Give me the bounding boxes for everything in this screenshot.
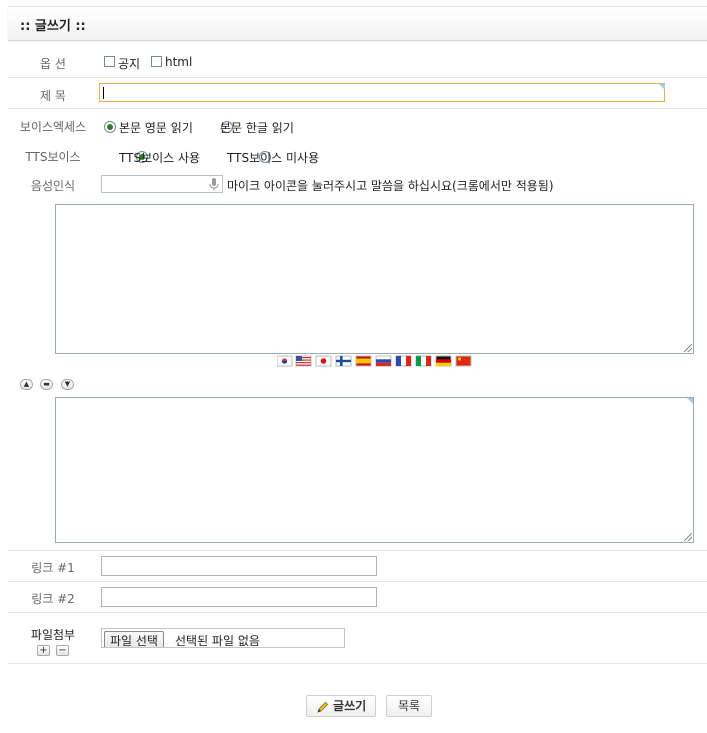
field-corner-marker [687, 398, 693, 404]
speech-hint: 마이크 아이콘을 눌러주시고 말씀을 하십시요(크롬에서만 적용됨) [227, 179, 554, 193]
write-submit-button[interactable]: 글쓰기 [306, 695, 376, 717]
field-corner-marker [659, 84, 665, 90]
korea-flag-icon [276, 355, 293, 367]
pencil-icon [316, 700, 329, 713]
options-label: 옵 션 [40, 57, 66, 71]
translation-flags [276, 355, 477, 367]
row-divider [8, 108, 707, 109]
translation-textarea[interactable] [55, 397, 694, 543]
speech-label: 음성인식 [30, 179, 76, 193]
choose-file-button[interactable]: 파일 선택 [104, 631, 164, 647]
write-submit-label: 글쓰기 [333, 699, 367, 713]
shrink-textarea-button[interactable]: ▲ [20, 379, 33, 390]
voice-english-radio[interactable] [104, 120, 116, 133]
subject-label: 제 목 [40, 89, 66, 103]
html-checkbox[interactable] [151, 56, 162, 67]
row-divider [8, 663, 707, 664]
japan-flag-icon [315, 355, 332, 367]
spain-flag-icon [355, 355, 372, 367]
link1-input[interactable] [101, 556, 377, 576]
row-divider [8, 77, 707, 78]
tts-voice-label: TTS보이스 [25, 150, 81, 164]
link2-label: 링크 #2 [31, 592, 75, 606]
subject-input[interactable] [99, 83, 665, 102]
resize-handle[interactable] [684, 533, 692, 541]
resize-handle[interactable] [684, 344, 692, 352]
russia-flag-icon [375, 355, 392, 367]
form-header: :: 글쓰기 :: [8, 6, 707, 41]
row-divider [8, 581, 707, 582]
france-flag-icon [395, 355, 412, 367]
tts-unused-label: TTS보이스 미사용 [227, 151, 320, 165]
speech-input[interactable] [101, 175, 223, 193]
content-textarea[interactable] [55, 204, 694, 354]
germany-flag-icon [435, 355, 452, 367]
reset-textarea-button[interactable]: ▬ [40, 379, 53, 390]
link2-input[interactable] [101, 587, 377, 607]
link1-label: 링크 #1 [31, 561, 75, 575]
add-file-button[interactable]: + [37, 645, 50, 656]
page-title: :: 글쓰기 :: [20, 19, 86, 34]
finland-flag-icon [335, 355, 352, 367]
text-cursor [103, 87, 104, 99]
attach-label: 파일첨부 [30, 628, 76, 642]
file-status-text: 선택된 파일 없음 [175, 634, 260, 648]
microphone-icon[interactable] [209, 178, 219, 191]
voice-english-label: 본문 영문 읽기 [119, 121, 193, 135]
notice-checkbox[interactable] [104, 56, 115, 67]
tts-use-label: TTS보이스 사용 [119, 151, 201, 165]
expand-textarea-button[interactable]: ▼ [61, 379, 74, 390]
italy-flag-icon [415, 355, 432, 367]
usa-flag-icon [295, 355, 312, 367]
notice-checkbox-label: 공지 [118, 57, 141, 71]
list-button[interactable]: 목록 [386, 695, 432, 717]
html-checkbox-label: html [165, 55, 193, 69]
voice-korean-label: 본문 한글 읽기 [220, 121, 294, 135]
remove-file-button[interactable]: − [56, 645, 69, 656]
row-divider [8, 550, 707, 551]
file-input[interactable]: 파일 선택 선택된 파일 없음 [101, 628, 345, 648]
voice-access-label: 보이스엑세스 [19, 120, 87, 134]
china-flag-icon [455, 355, 472, 367]
row-divider [8, 612, 707, 613]
